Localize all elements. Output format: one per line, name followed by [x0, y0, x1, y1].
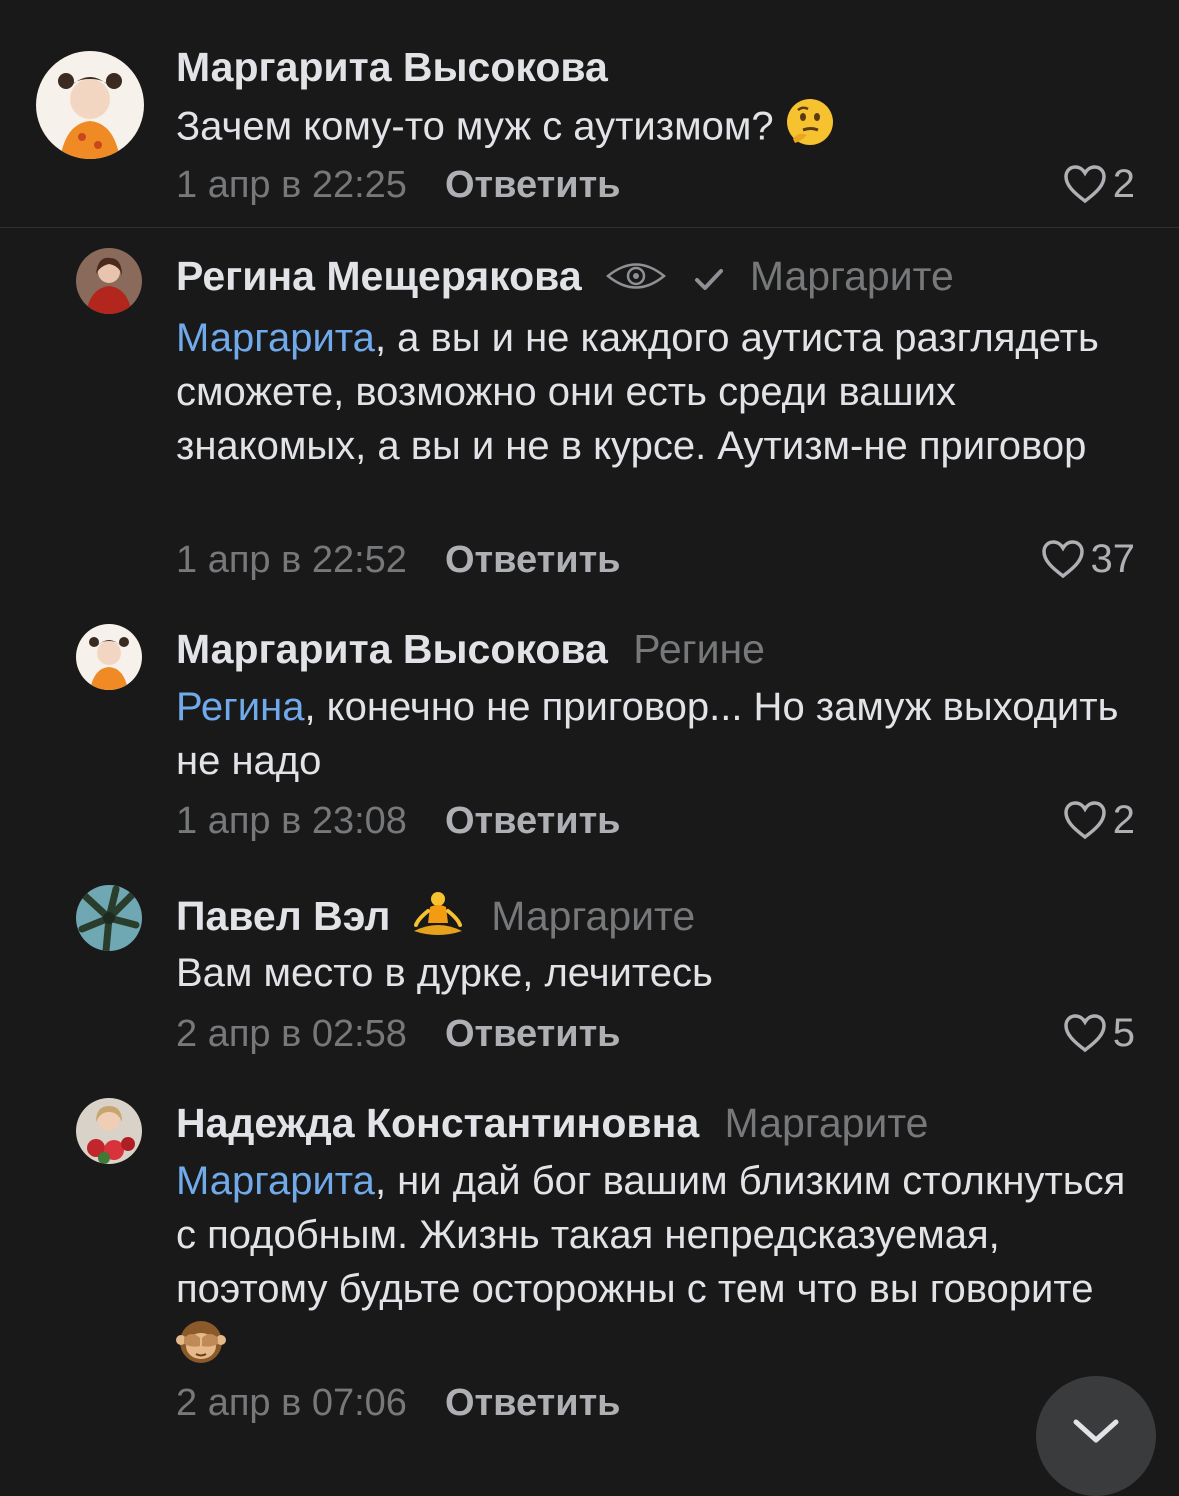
- comment-date: 1 апр в 22:52: [176, 539, 407, 581]
- reply-to-name[interactable]: Маргарите: [725, 1100, 929, 1146]
- heart-icon: [1063, 164, 1107, 204]
- avatar[interactable]: [76, 885, 142, 951]
- thinking-face-icon: [785, 97, 835, 161]
- comment-text: Регина, конечно не приговор... Но замуж …: [176, 680, 1151, 788]
- author-line: Регина Мещерякова Маргарите: [176, 252, 954, 303]
- person-in-lotus-position-icon: [410, 889, 466, 949]
- scroll-down-button[interactable]: [1036, 1376, 1156, 1496]
- checkmark-icon: [694, 255, 724, 303]
- heart-icon: [1063, 800, 1107, 840]
- comment-meta: 1 апр в 23:08 Ответить: [176, 797, 621, 845]
- comment-meta: 1 апр в 22:25 Ответить: [176, 161, 621, 209]
- comment-date: 1 апр в 22:25: [176, 164, 407, 206]
- like-button[interactable]: 5: [1063, 1009, 1135, 1057]
- reply-to-name[interactable]: Маргарите: [750, 253, 954, 299]
- reply-button[interactable]: Ответить: [445, 1382, 621, 1424]
- comment-text-body: Зачем кому-то муж с аутизмом?: [176, 104, 774, 149]
- heart-icon: [1063, 1013, 1107, 1053]
- reply-button[interactable]: Ответить: [445, 164, 621, 206]
- like-count: 37: [1090, 537, 1136, 581]
- author-line: Надежда Константиновна Маргарите: [176, 1099, 928, 1147]
- mention-link[interactable]: Маргарита: [176, 316, 375, 360]
- like-button[interactable]: 2: [1063, 160, 1135, 208]
- reply-to-name[interactable]: Маргарите: [491, 893, 695, 939]
- mention-link[interactable]: Регина: [176, 685, 304, 729]
- like-button[interactable]: 2: [1063, 796, 1135, 844]
- author-name[interactable]: Надежда Константиновна: [176, 1100, 699, 1146]
- comment-date: 1 апр в 23:08: [176, 800, 407, 842]
- author-line: Маргарита Высокова: [176, 43, 608, 91]
- see-no-evil-monkey-icon: [176, 1316, 226, 1380]
- author-name[interactable]: Регина Мещерякова: [176, 253, 582, 299]
- comment-date: 2 апр в 07:06: [176, 1382, 407, 1424]
- avatar[interactable]: [76, 1098, 142, 1164]
- comment-text: Зачем кому-то муж с аутизмом?: [176, 97, 1151, 161]
- author-name[interactable]: Маргарита Высокова: [176, 44, 608, 90]
- eye-icon: [605, 255, 667, 303]
- divider: [0, 227, 1179, 228]
- reply-to-name[interactable]: Регине: [633, 626, 765, 672]
- author-line: Павел Вэл Маргарите: [176, 889, 695, 949]
- reply-button[interactable]: Ответить: [445, 539, 621, 581]
- comment-date: 2 апр в 02:58: [176, 1013, 407, 1055]
- like-count: 2: [1112, 162, 1135, 206]
- author-line: Маргарита Высокова Регине: [176, 625, 765, 673]
- comment-text: Маргарита, а вы и не каждого аутиста раз…: [176, 311, 1151, 473]
- comment-text-body: , конечно не приговор... Но замуж выходи…: [176, 685, 1119, 783]
- reply-button[interactable]: Ответить: [445, 800, 621, 842]
- comment-meta: 1 апр в 22:52 Ответить: [176, 536, 621, 584]
- comment-text: Вам место в дурке, лечитесь: [176, 946, 1151, 1000]
- heart-icon: [1041, 539, 1085, 579]
- comment-text: Маргарита, ни дай бог вашим близким стол…: [176, 1154, 1151, 1380]
- comment-meta: 2 апр в 07:06 Ответить: [176, 1379, 621, 1427]
- like-count: 2: [1112, 798, 1135, 842]
- mention-link[interactable]: Маргарита: [176, 1159, 375, 1203]
- avatar[interactable]: [76, 624, 142, 690]
- like-count: 5: [1112, 1011, 1135, 1055]
- reply-button[interactable]: Ответить: [445, 1013, 621, 1055]
- comment-meta: 2 апр в 02:58 Ответить: [176, 1010, 621, 1058]
- author-name[interactable]: Павел Вэл: [176, 893, 390, 939]
- like-button[interactable]: 37: [1041, 535, 1136, 583]
- comment-text-body: Вам место в дурке, лечитесь: [176, 951, 713, 995]
- avatar[interactable]: [76, 248, 142, 314]
- avatar[interactable]: [36, 51, 144, 159]
- author-name[interactable]: Маргарита Высокова: [176, 626, 608, 672]
